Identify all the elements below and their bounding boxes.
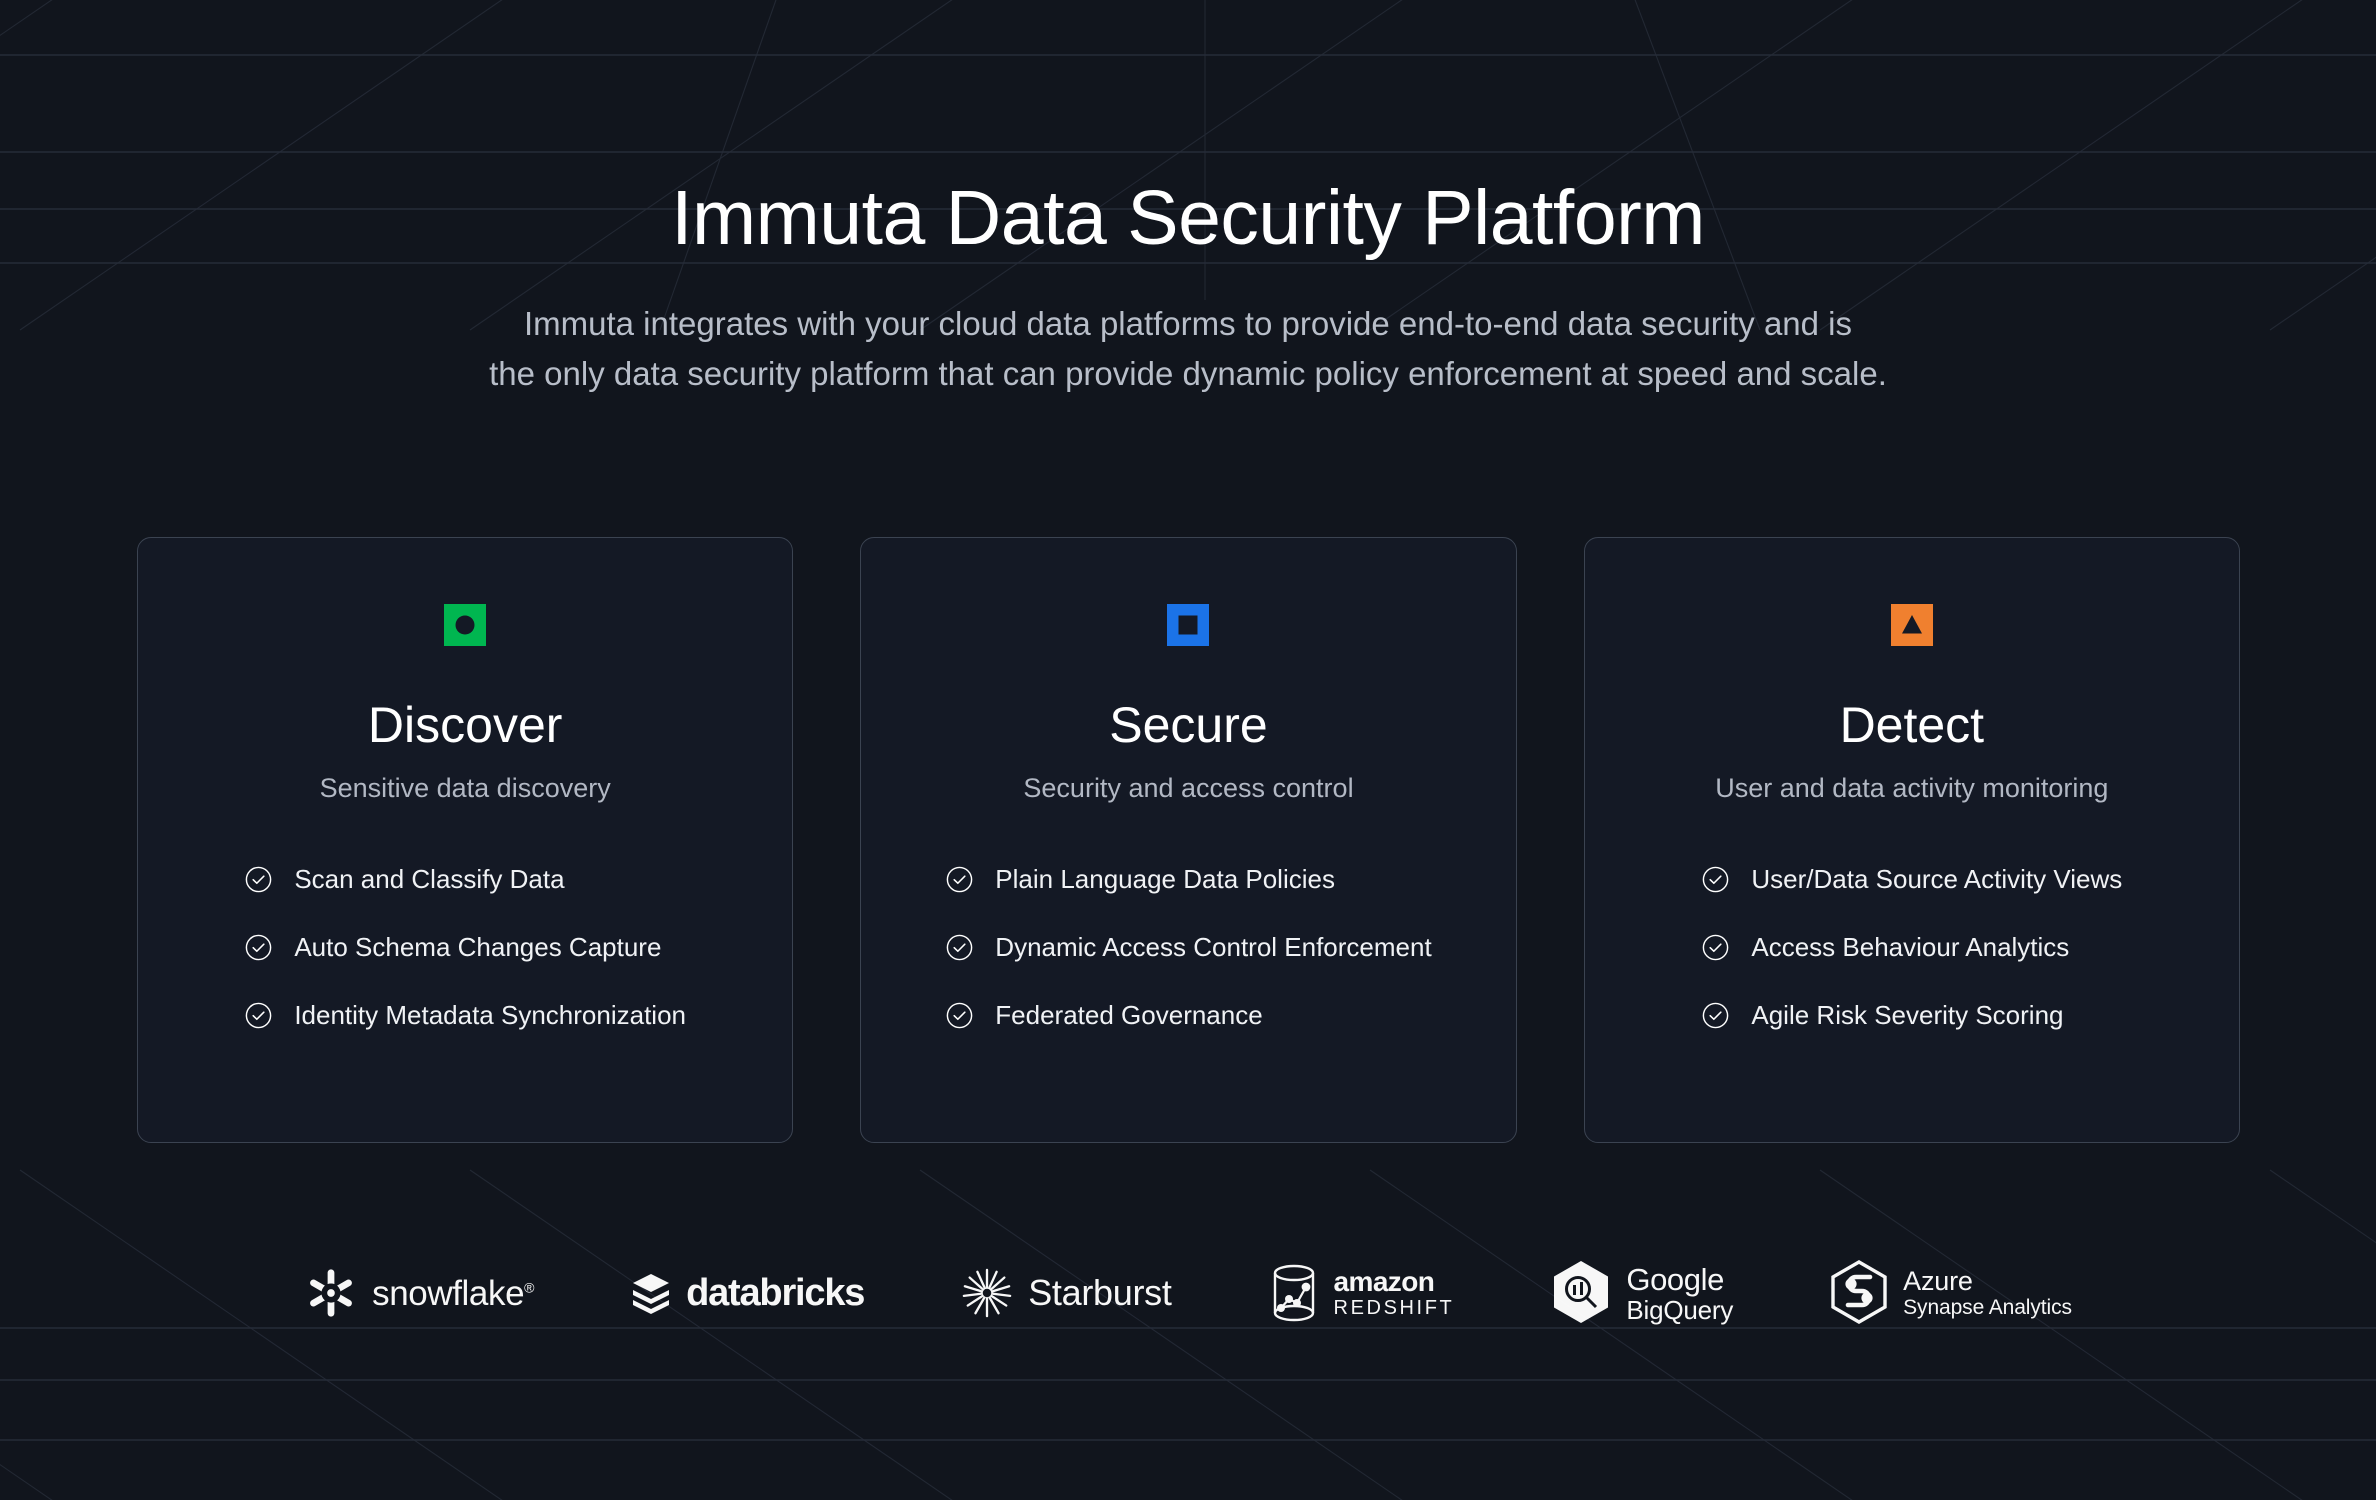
secure-square-icon	[1167, 604, 1210, 646]
slide-root: Immuta Data Security Platform Immuta int…	[0, 0, 2376, 1500]
google-bigquery-wordmark: Google BigQuery	[1626, 1264, 1733, 1323]
card-subtitle: Security and access control	[1023, 773, 1354, 803]
list-item[interactable]: Federated Governance	[945, 1000, 1431, 1031]
partner-logo-amazon-redshift[interactable]: amazon REDSHIFT	[1268, 1255, 1455, 1331]
partner-logo-google-bigquery[interactable]: Google BigQuery	[1550, 1255, 1733, 1331]
feature-label: Access Behaviour Analytics	[1751, 932, 2070, 962]
list-item[interactable]: Identity Metadata Synchronization	[244, 1000, 686, 1031]
card-subtitle: Sensitive data discovery	[319, 773, 611, 803]
check-circle-icon	[1703, 934, 1729, 961]
snowflake-logo-icon	[310, 1269, 353, 1317]
feature-cards: Discover Sensitive data discovery Scan a…	[137, 537, 2240, 1143]
azure-name: Azure	[1903, 1266, 1973, 1296]
feature-label: Federated Governance	[995, 1000, 1263, 1030]
feature-list: User/Data Source Activity Views Access B…	[1701, 864, 2122, 1031]
snowflake-wordmark: snowflake®	[372, 1276, 534, 1311]
feature-label: User/Data Source Activity Views	[1751, 864, 2123, 894]
databricks-logo-icon	[633, 1274, 670, 1314]
redshift-name: REDSHIFT	[1333, 1297, 1455, 1319]
feature-label: Agile Risk Severity Scoring	[1751, 1000, 2064, 1030]
partner-logo-databricks[interactable]: databricks	[630, 1255, 865, 1331]
page-subtitle-line-2: the only data security platform that can…	[489, 355, 1887, 392]
google-name: Google	[1626, 1261, 1724, 1297]
amazon-name: amazon	[1333, 1266, 1435, 1297]
starburst-wordmark: Starburst	[1028, 1272, 1172, 1313]
detect-triangle-icon	[1890, 604, 1933, 646]
list-item[interactable]: User/Data Source Activity Views	[1701, 864, 2122, 895]
azure-synapse-wordmark: Azure Synapse Analytics	[1903, 1266, 2072, 1319]
feature-label: Auto Schema Changes Capture	[294, 932, 662, 962]
list-item[interactable]: Agile Risk Severity Scoring	[1701, 1000, 2122, 1031]
feature-label: Identity Metadata Synchronization	[294, 1000, 686, 1030]
check-circle-icon	[246, 934, 272, 961]
feature-list: Scan and Classify Data Auto Schema Chang…	[244, 864, 686, 1031]
feature-card-discover[interactable]: Discover Sensitive data discovery Scan a…	[137, 537, 794, 1143]
card-subtitle: User and data activity monitoring	[1715, 773, 2109, 803]
list-item[interactable]: Access Behaviour Analytics	[1701, 932, 2122, 963]
snowflake-registered-mark: ®	[524, 1278, 535, 1295]
amazon-redshift-wordmark: amazon REDSHIFT	[1333, 1266, 1455, 1319]
list-item[interactable]: Scan and Classify Data	[244, 864, 686, 895]
check-circle-icon	[1703, 866, 1729, 893]
feature-label: Scan and Classify Data	[294, 864, 565, 894]
databricks-wordmark: databricks	[686, 1272, 865, 1314]
check-circle-icon	[946, 934, 973, 961]
azure-synapse-logo-icon	[1831, 1260, 1887, 1324]
synapse-analytics-name: Synapse Analytics	[1903, 1296, 2072, 1319]
page-title: Immuta Data Security Platform	[671, 175, 1705, 261]
amazon-redshift-logo-icon	[1273, 1264, 1314, 1322]
snowflake-name: snowflake	[372, 1273, 525, 1313]
card-title: Secure	[1109, 697, 1268, 753]
feature-label: Plain Language Data Policies	[995, 864, 1335, 894]
list-item[interactable]: Plain Language Data Policies	[945, 864, 1431, 895]
page-subtitle-line-1: Immuta integrates with your cloud data p…	[523, 304, 1853, 342]
feature-card-detect[interactable]: Detect User and data activity monitoring…	[1583, 537, 2240, 1143]
card-title: Detect	[1839, 697, 1985, 753]
feature-list: Plain Language Data Policies Dynamic Acc…	[945, 864, 1432, 1031]
discover-circle-icon	[444, 604, 487, 646]
check-circle-icon	[246, 866, 272, 893]
bigquery-name: BigQuery	[1626, 1294, 1734, 1325]
partner-logo-starburst[interactable]: Starburst	[960, 1255, 1172, 1331]
card-title: Discover	[367, 697, 563, 753]
list-item[interactable]: Dynamic Access Control Enforcement	[945, 932, 1432, 963]
feature-card-secure[interactable]: Secure Security and access control Plain…	[860, 537, 1517, 1143]
list-item[interactable]: Auto Schema Changes Capture	[244, 932, 686, 963]
partner-logo-azure-synapse[interactable]: Azure Synapse Analytics	[1829, 1255, 2072, 1331]
partner-logo-strip: snowflake® databricks Starburst amazon R…	[0, 1255, 2376, 1331]
hero-section: Immuta Data Security Platform Immuta int…	[0, 0, 2376, 399]
page-subtitle: Immuta integrates with your cloud data p…	[0, 299, 2376, 399]
starburst-logo-icon	[962, 1268, 1012, 1318]
check-circle-icon	[946, 866, 973, 893]
feature-label: Dynamic Access Control Enforcement	[995, 932, 1432, 962]
check-circle-icon	[1703, 1002, 1729, 1029]
check-circle-icon	[946, 1002, 973, 1029]
partner-logo-snowflake[interactable]: snowflake®	[304, 1255, 534, 1331]
google-bigquery-logo-icon	[1554, 1261, 1609, 1323]
check-circle-icon	[246, 1002, 272, 1029]
